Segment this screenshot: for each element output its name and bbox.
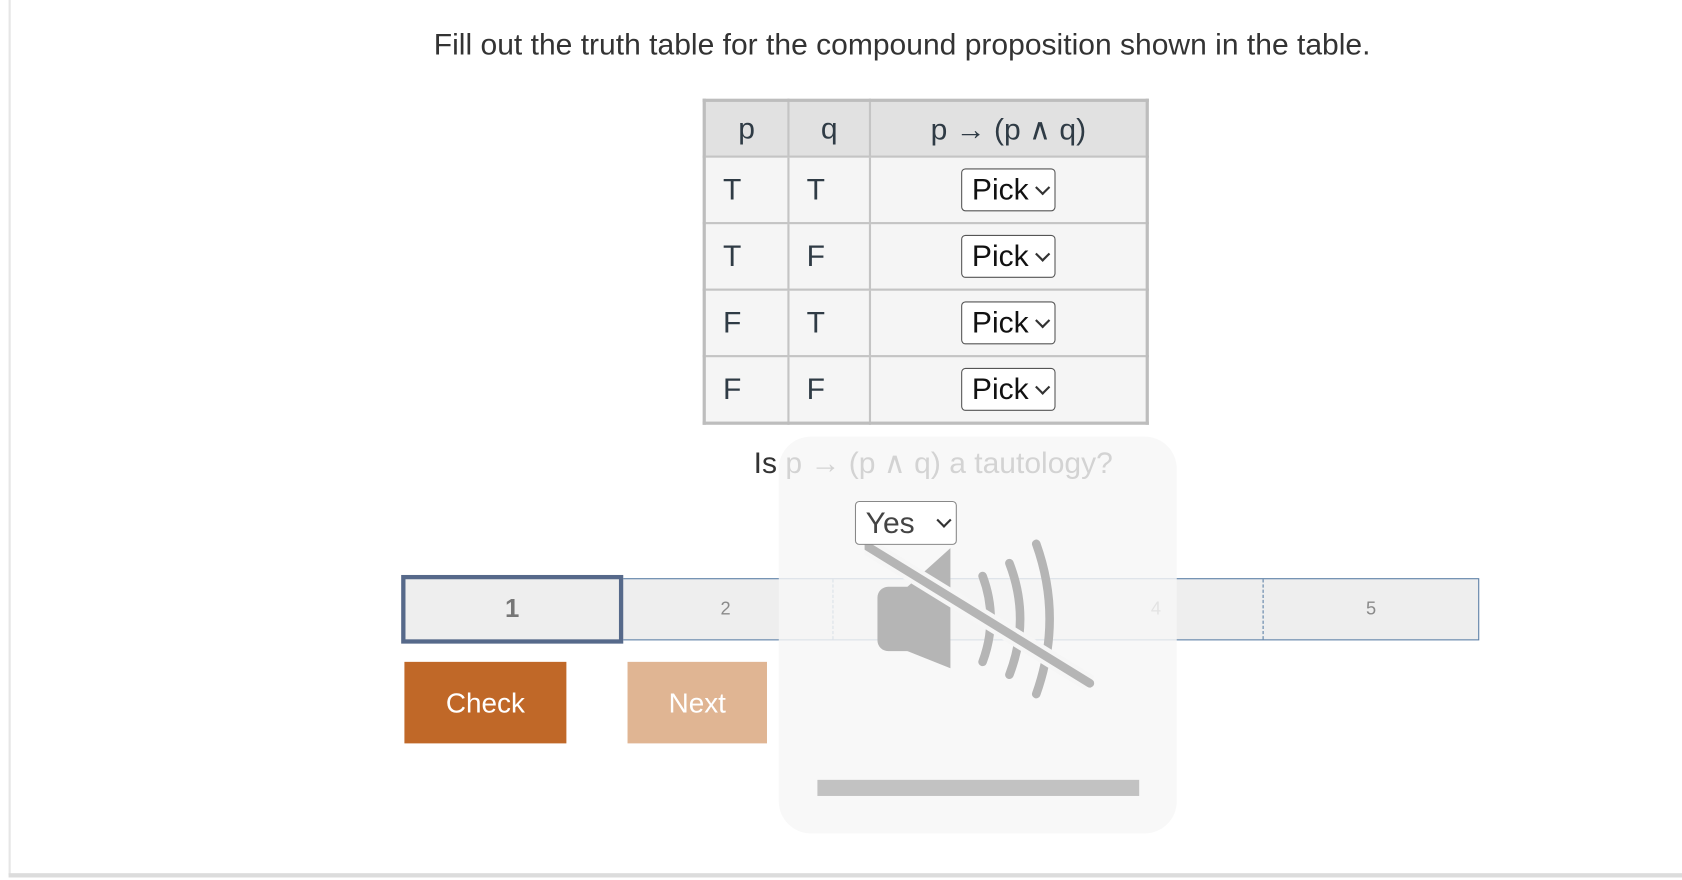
cell-p: F (703, 288, 790, 358)
answer-select[interactable]: Pick (961, 367, 1056, 411)
chevron-down-icon (936, 512, 952, 528)
cell-p: T (703, 155, 790, 225)
progress-step-3[interactable]: 3 (832, 579, 1048, 640)
table-row: T T Pick (703, 155, 1149, 225)
cell-q: T (787, 288, 872, 358)
chevron-down-icon (1035, 246, 1051, 262)
progress-step-2[interactable]: 2 (617, 579, 832, 640)
table-row: T F Pick (703, 222, 1149, 291)
next-button[interactable]: Next (627, 661, 767, 744)
tautology-question: Is p → (p ∧ q) a tautology? (753, 446, 1113, 480)
progress-step-current[interactable]: 1 (401, 574, 624, 644)
tautology-select[interactable]: Yes (854, 500, 957, 545)
progress-step-5[interactable]: 5 (1262, 579, 1478, 640)
chevron-down-icon (1035, 179, 1051, 195)
cell-answer: Pick (868, 288, 1149, 358)
cell-answer: Pick (868, 355, 1149, 425)
header-q: q (787, 99, 872, 158)
table-row: F F Pick (703, 355, 1149, 425)
cell-answer: Pick (868, 222, 1149, 291)
table-row: F T Pick (703, 288, 1149, 358)
answer-select[interactable]: Pick (961, 234, 1056, 278)
select-value: Yes (865, 505, 915, 540)
check-button[interactable]: Check (404, 661, 567, 744)
answer-select[interactable]: Pick (961, 301, 1056, 345)
table-header-row: p q p → (p ∧ q) (703, 99, 1149, 158)
instruction-text: Fill out the truth table for the compoun… (433, 27, 1371, 62)
header-p: p (703, 99, 790, 158)
select-value: Pick (971, 172, 1029, 206)
page: Fill out the truth table for the compoun… (0, 0, 1682, 880)
truth-table: p q p → (p ∧ q) T T Pick T F Pick F T Pi… (702, 98, 1149, 425)
cell-q: F (787, 355, 872, 425)
select-value: Pick (971, 305, 1029, 339)
overlay-progress-bar (817, 779, 1140, 796)
cell-p: F (703, 355, 790, 425)
header-proposition: p → (p ∧ q) (868, 99, 1149, 158)
cell-q: T (787, 155, 872, 225)
frame-border-bottom (8, 873, 1682, 878)
frame-border-left (8, 0, 11, 876)
chevron-down-icon (1035, 379, 1051, 395)
select-value: Pick (971, 239, 1029, 273)
chevron-down-icon (1035, 312, 1051, 328)
cell-q: F (787, 222, 872, 291)
cell-p: T (703, 222, 790, 291)
select-value: Pick (971, 372, 1029, 406)
cell-answer: Pick (868, 155, 1149, 225)
answer-select[interactable]: Pick (961, 168, 1056, 212)
progress-step-4[interactable]: 4 (1047, 579, 1263, 640)
